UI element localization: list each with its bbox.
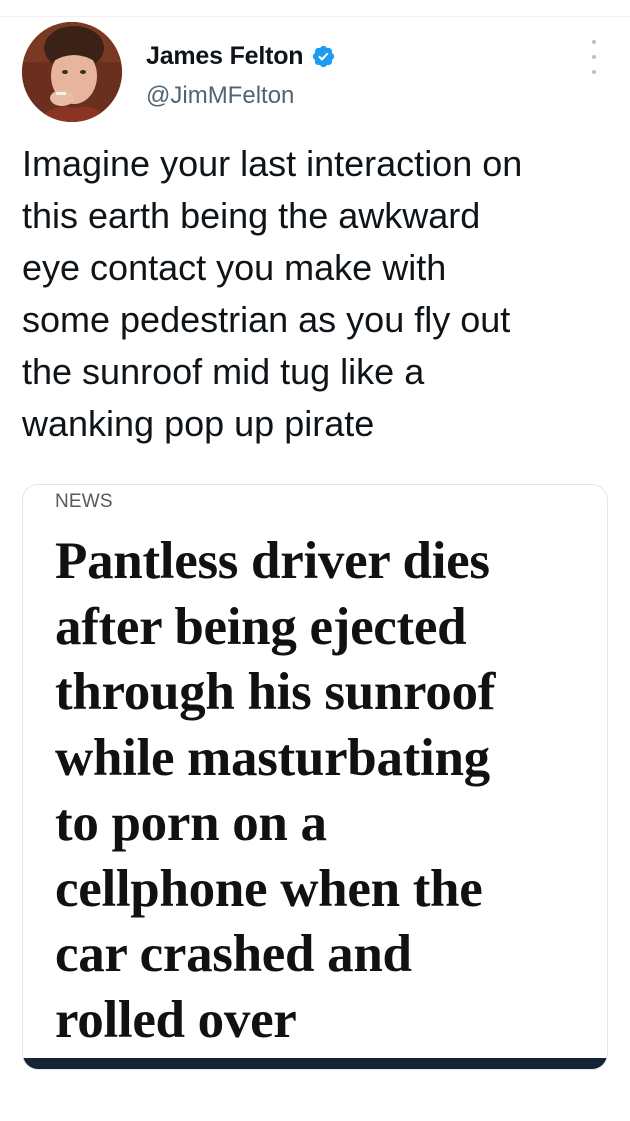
media-bottom-bar [23,1058,607,1069]
author-name[interactable]: James Felton [146,42,304,71]
more-options-icon[interactable] [587,40,601,74]
avatar-photo [22,22,122,122]
more-dot [592,70,596,74]
media-image-card[interactable]: NEWS Pantless driver dies after being ej… [22,484,608,1070]
author-handle[interactable]: @JimMFelton [146,82,294,110]
author-name-row[interactable]: James Felton [146,40,336,72]
avatar[interactable] [22,22,122,122]
top-divider [0,0,630,17]
verified-badge-icon [311,44,336,69]
more-dot [592,40,596,44]
tweet-header: James Felton @JimMFelton [22,22,612,126]
news-section-label: NEWS [55,491,113,512]
news-headline: Pantless driver dies after being ejected… [55,532,496,1049]
tweet-text: Imagine your last interaction on this ea… [22,143,523,444]
more-dot [592,55,596,59]
